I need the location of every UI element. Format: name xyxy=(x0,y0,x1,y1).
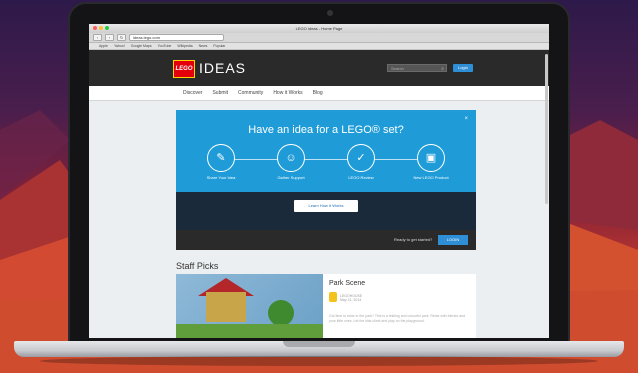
hero-footer: Ready to get started? LOGIN xyxy=(176,230,476,250)
pick-date: May 21, 2014 xyxy=(340,298,362,302)
steps-row: ✎ Share Your Idea ☺ Gather Support ✓ LEG… xyxy=(196,144,456,194)
header-login-button[interactable]: Login xyxy=(453,64,473,72)
lego-review-icon: ✓ xyxy=(347,144,375,172)
bookmark-item[interactable]: Google Maps xyxy=(131,43,152,49)
bookmark-item[interactable]: YouTube xyxy=(158,43,172,49)
search-icon[interactable]: ⌕ xyxy=(441,65,444,73)
minimize-window-button[interactable] xyxy=(99,26,103,30)
tree xyxy=(268,300,294,326)
nav-discover[interactable]: Discover xyxy=(183,86,202,100)
pick-description: Got time to relax in the park? This is a… xyxy=(329,314,465,323)
nav-blog[interactable]: Blog xyxy=(313,86,323,100)
search-input[interactable]: Search ⌕ xyxy=(387,64,447,72)
bookmark-item[interactable]: Popular xyxy=(213,43,225,49)
park-scene-image[interactable] xyxy=(176,274,323,338)
step-share: ✎ Share Your Idea xyxy=(196,144,246,180)
staff-pick-card[interactable]: Park Scene LEGOHOUSE May 21, 2014 Got ti… xyxy=(323,274,476,338)
reload-button[interactable]: ↻ xyxy=(117,34,126,41)
bookmark-item[interactable]: Apple xyxy=(99,43,108,49)
laptop-screen: LEGO Ideas - Home Page ‹ › ↻ ideas.lego.… xyxy=(89,24,549,338)
window-controls xyxy=(93,26,109,30)
share-idea-icon: ✎ xyxy=(207,144,235,172)
step-support: ☺ Gather Support xyxy=(266,144,316,180)
search-placeholder: Search xyxy=(391,66,404,71)
back-button[interactable]: ‹ xyxy=(93,34,102,41)
step-label: LEGO Review xyxy=(348,175,374,180)
bookmark-item[interactable]: Wikipedia xyxy=(177,43,192,49)
hero-title: Have an idea for a LEGO® set? xyxy=(248,124,404,136)
close-window-button[interactable] xyxy=(93,26,97,30)
nav-submit[interactable]: Submit xyxy=(212,86,228,100)
gather-support-icon: ☺ xyxy=(277,144,305,172)
bookmarks-bar: Apple Yahoo! Google Maps YouTube Wikiped… xyxy=(89,43,549,50)
ideas-brand[interactable]: IDEAS xyxy=(199,60,246,76)
house-body xyxy=(206,292,246,322)
step-label: Gather Support xyxy=(277,175,305,180)
hero-banner: Have an idea for a LEGO® set? × ✎ Share … xyxy=(176,110,476,250)
close-icon[interactable]: × xyxy=(464,116,468,122)
step-label: Share Your Idea xyxy=(206,175,236,180)
hero-login-button[interactable]: LOGIN xyxy=(438,235,468,245)
step-review: ✓ LEGO Review xyxy=(336,144,386,180)
window-title: LEGO Ideas - Home Page xyxy=(295,26,343,31)
step-product: ▣ New LEGO Product xyxy=(406,144,456,180)
laptop-notch xyxy=(283,341,355,347)
laptop-shadow xyxy=(40,356,598,366)
bookmark-item[interactable]: Yahoo! xyxy=(114,43,125,49)
site-header: LEGO IDEAS Search ⌕ Login xyxy=(89,50,549,86)
pick-author: LEGOHOUSE May 21, 2014 xyxy=(340,294,362,302)
zoom-window-button[interactable] xyxy=(105,26,109,30)
browser-titlebar: LEGO Ideas - Home Page xyxy=(89,24,549,33)
avatar xyxy=(329,292,337,302)
browser-toolbar: ‹ › ↻ ideas.lego.com xyxy=(89,33,549,43)
new-product-icon: ▣ xyxy=(417,144,445,172)
nav-how-it-works[interactable]: How it Works xyxy=(273,86,302,100)
lego-logo[interactable]: LEGO xyxy=(173,60,195,78)
forward-button[interactable]: › xyxy=(105,34,114,41)
scrollbar[interactable] xyxy=(545,54,548,204)
bookmark-item[interactable]: News xyxy=(199,43,208,49)
ready-text: Ready to get started? xyxy=(394,237,433,242)
camera-icon xyxy=(327,10,333,16)
step-label: New LEGO Product xyxy=(413,175,449,180)
grass xyxy=(176,324,323,338)
staff-picks-heading: Staff Picks xyxy=(176,261,219,271)
address-bar[interactable]: ideas.lego.com xyxy=(129,34,224,41)
main-nav: Discover Submit Community How it Works B… xyxy=(89,86,549,101)
nav-community[interactable]: Community xyxy=(238,86,263,100)
pick-title[interactable]: Park Scene xyxy=(329,280,365,287)
steps-connector xyxy=(214,159,438,160)
learn-how-button[interactable]: Learn How It Works xyxy=(294,200,358,212)
